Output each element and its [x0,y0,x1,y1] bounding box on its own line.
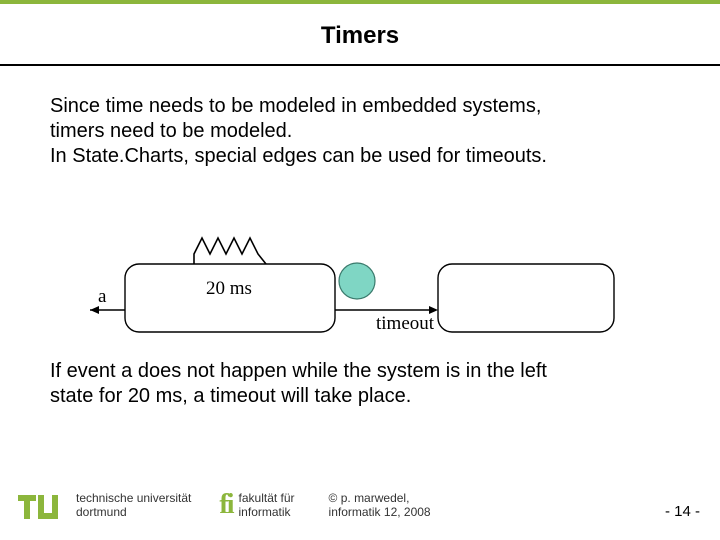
text-line: timers need to be modeled. [50,120,292,142]
text-line: technische universität [76,491,191,505]
slide: Timers Since time needs to be modeled in… [0,0,720,540]
footer: technische universität dortmund fi fakul… [0,484,720,526]
diagram-svg: a 20 ms timeout [90,224,630,354]
text-line: informatik [239,505,291,519]
copyright: © p. marwedel, informatik 12, 2008 [329,491,431,520]
text-line: fakultät für [239,491,295,505]
text-line: dortmund [76,505,127,519]
label-a: a [98,286,107,307]
tu-logo-icon [18,487,68,523]
text-line: state for 20 ms, a timeout will take pla… [50,385,411,407]
paragraph-2: If event a does not happen while the sys… [50,359,670,409]
label-timeout: timeout [376,313,435,334]
slide-title: Timers [0,22,720,50]
label-duration: 20 ms [206,278,252,299]
text-line: If event a does not happen while the sys… [50,360,547,382]
university-name: technische universität dortmund [76,491,191,520]
text-line: In State.Charts, special edges can be us… [50,145,547,167]
text-line: Since time needs to be modeled in embedd… [50,95,541,117]
paragraph-1: Since time needs to be modeled in embedd… [50,94,670,169]
faculty-logo: fi fakultät für informatik [219,489,294,521]
page-number: - 14 - [665,503,700,520]
faculty-name: fakultät für informatik [239,491,295,520]
fi-logo-icon: fi [219,489,232,521]
text-line: informatik 12, 2008 [329,505,431,519]
text-line: © p. marwedel, [329,491,410,505]
timer-diagram: a 20 ms timeout [90,224,630,354]
